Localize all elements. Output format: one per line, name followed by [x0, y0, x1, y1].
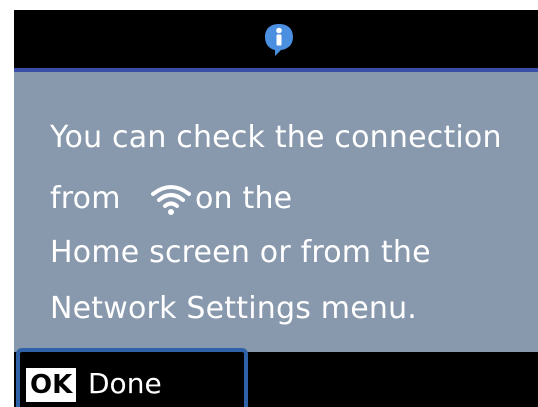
- message-panel: You can check the connection from on the…: [14, 72, 538, 352]
- ok-key-badge: OK: [26, 368, 77, 402]
- message-line-3: Home screen or from the: [50, 235, 431, 270]
- message-line-1: You can check the connection: [50, 120, 502, 155]
- message-line-2-prefix: from: [50, 181, 121, 216]
- dialog-header: [14, 10, 538, 68]
- message-line-2-suffix: on the: [195, 181, 293, 216]
- info-bubble-icon: [265, 24, 293, 56]
- message-line-4: Network Settings menu.: [50, 291, 418, 326]
- done-button[interactable]: OK Done: [16, 348, 248, 407]
- printer-lcd-screen: You can check the connection from on the…: [14, 10, 538, 407]
- wifi-icon: [151, 185, 191, 215]
- done-button-label: Done: [88, 367, 162, 400]
